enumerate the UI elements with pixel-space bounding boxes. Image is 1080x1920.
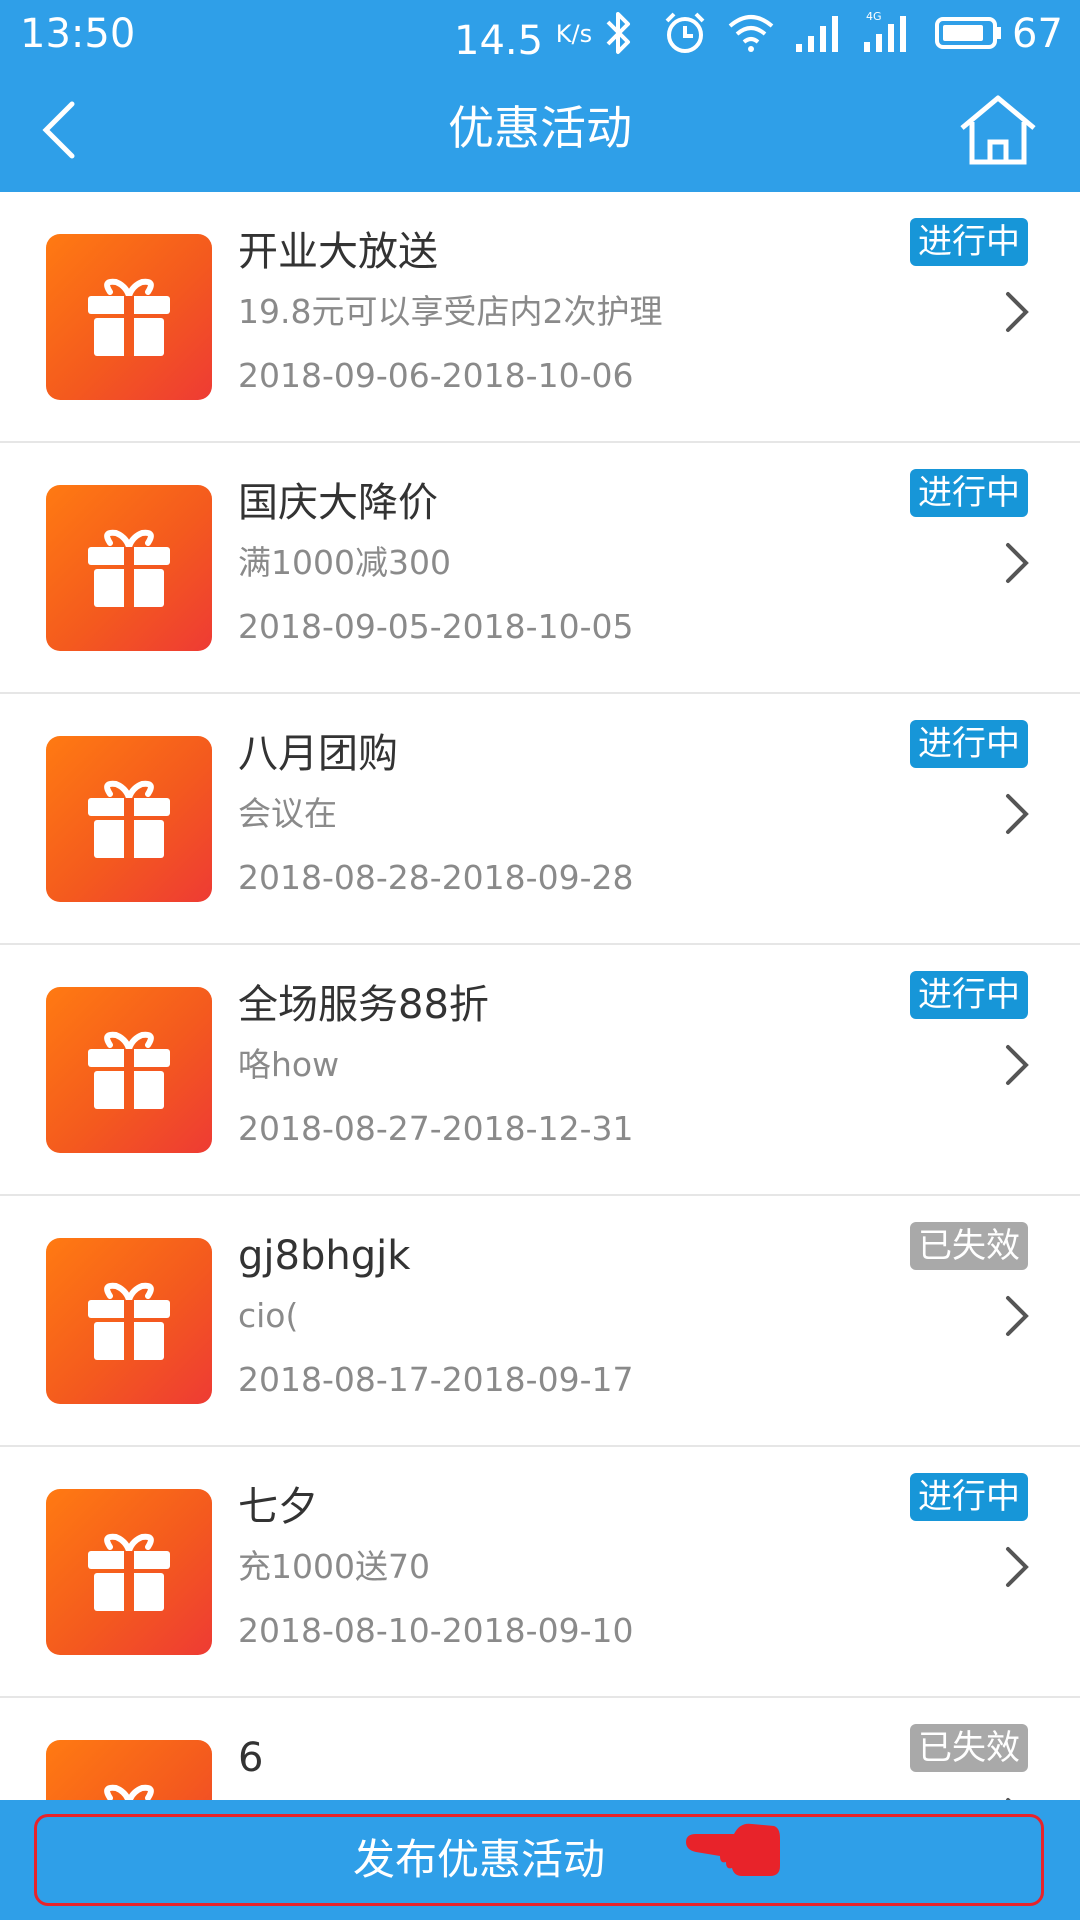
wifi-icon (728, 15, 774, 52)
gift-icon (88, 780, 170, 858)
activity-date-range: 2018-08-10-2018-09-10 (238, 1611, 634, 1650)
status-time: 13:50 (20, 11, 136, 57)
activity-thumbnail (46, 1489, 212, 1655)
activity-list: 开业大放送 19.8元可以享受店内2次护理 2018-09-06-2018-10-0… (0, 192, 1080, 1800)
top-bar: 13:50 14.5 K/s 4G 67 优惠活动 (0, 0, 1080, 192)
chevron-right-icon (1006, 1547, 1029, 1587)
status-badge: 已失效 (910, 1724, 1028, 1772)
gift-icon (88, 529, 170, 607)
signal-icon (796, 16, 838, 52)
activity-date-range: 2018-09-06-2018-10-06 (238, 356, 634, 395)
activity-desc: 充1000送70 (238, 1547, 430, 1586)
pointing-hand-icon (686, 1823, 780, 1876)
chevron-right-icon (1006, 1296, 1029, 1336)
chevron-right-icon (1006, 1045, 1029, 1085)
status-badge: 进行中 (910, 469, 1028, 517)
activity-date-range: 2018-08-27-2018-12-31 (238, 1109, 634, 1148)
activity-date-range: 2018-09-05-2018-10-05 (238, 607, 634, 646)
bottom-bar: 发布优惠活动 (0, 1800, 1080, 1920)
activity-row[interactable]: 七夕充1000送70 2018-08-10-2018-09-10 进行中 (0, 1447, 1080, 1698)
activity-desc: 会议在 (238, 794, 337, 833)
chevron-right-icon (1006, 543, 1029, 583)
page-title: 优惠活动 (448, 101, 632, 155)
activity-row[interactable]: 八月团购会议在 2018-08-28-2018-09-28 进行中 (0, 694, 1080, 945)
network-speed: 14.5 K/s (454, 6, 592, 69)
status-bar: 13:50 14.5 K/s 4G 67 (0, 0, 1080, 68)
activity-name: 开业大放送 (238, 229, 438, 275)
activity-date-range: 2018-08-28-2018-09-28 (238, 858, 634, 897)
gift-icon (88, 278, 170, 356)
status-badge: 进行中 (910, 1473, 1028, 1521)
status-badge: 进行中 (910, 971, 1028, 1019)
home-icon[interactable] (958, 92, 1038, 168)
activity-row[interactable]: 6 已失效 (0, 1698, 1080, 1800)
publish-activity-button[interactable]: 发布优惠活动 (34, 1814, 1044, 1906)
activity-desc: 满1000减300 (238, 543, 451, 582)
activity-desc: 咯how (238, 1045, 340, 1084)
gift-icon (88, 1282, 170, 1360)
activity-name: gj8bhgjk (238, 1233, 411, 1279)
gift-icon (88, 1533, 170, 1611)
status-badge: 进行中 (910, 720, 1028, 768)
activity-thumbnail (46, 736, 212, 902)
activity-thumbnail (46, 987, 212, 1153)
activity-name: 七夕 (238, 1484, 318, 1530)
gift-icon (104, 1784, 154, 1800)
activity-desc: cio( (238, 1296, 299, 1335)
battery-level: 67 (1012, 11, 1063, 57)
activity-date-range: 2018-08-17-2018-09-17 (238, 1360, 634, 1399)
activity-name: 八月团购 (238, 731, 398, 777)
bluetooth-icon (606, 12, 630, 54)
activity-thumbnail (46, 485, 212, 651)
activity-row[interactable]: 全场服务88折咯how 2018-08-27-2018-12-31 进行中 (0, 945, 1080, 1196)
activity-name: 6 (238, 1735, 264, 1781)
activity-thumbnail (46, 1238, 212, 1404)
battery-icon (935, 17, 1001, 49)
nav-bar: 优惠活动 (0, 68, 1080, 192)
gift-icon (88, 1031, 170, 1109)
activity-desc: 19.8元可以享受店内2次护理 (238, 292, 663, 331)
signal-4g-icon: 4G (864, 10, 906, 52)
alarm-icon (665, 12, 705, 53)
activity-row[interactable]: gj8bhgjk cio( 2018-08-17-2018-09-17 已失效 (0, 1196, 1080, 1447)
activity-thumbnail (46, 234, 212, 400)
activity-row[interactable]: 开业大放送 19.8元可以享受店内2次护理 2018-09-06-2018-10-0… (0, 192, 1080, 443)
chevron-right-icon (1006, 292, 1029, 332)
activity-row[interactable]: 国庆大降价满1000减300 2018-09-05-2018-10-05 进行中 (0, 443, 1080, 694)
svg-text:4G: 4G (866, 10, 882, 23)
speed-unit: K/s (555, 20, 593, 48)
publish-button-label: 发布优惠活动 (352, 1835, 605, 1884)
status-badge: 已失效 (910, 1222, 1028, 1270)
activity-thumbnail (46, 1740, 212, 1800)
chevron-right-icon (1006, 794, 1029, 834)
status-badge: 进行中 (910, 218, 1028, 266)
speed-value: 14.5 (454, 18, 544, 64)
activity-name: 国庆大降价 (238, 480, 438, 526)
activity-name: 全场服务88折 (238, 982, 489, 1028)
